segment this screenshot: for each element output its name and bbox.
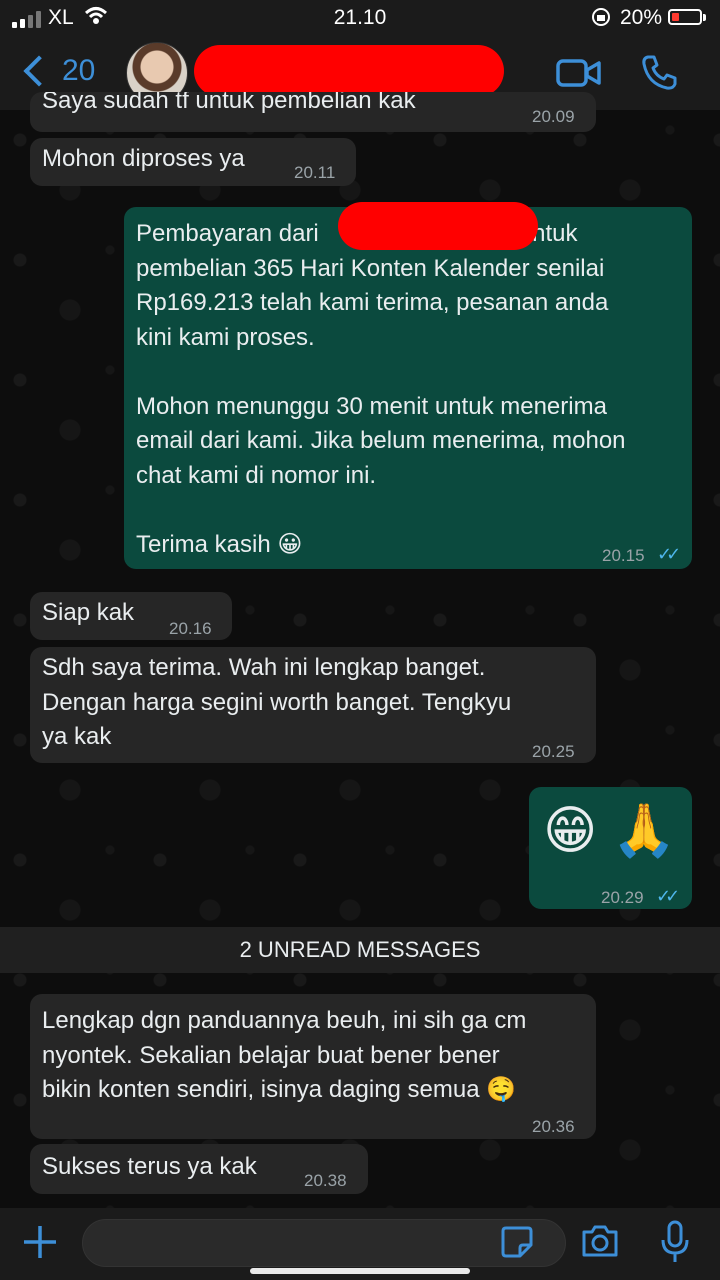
back-button[interactable]: 20 xyxy=(20,54,95,88)
message-bubble-incoming[interactable]: Sukses terus ya kak 20.38 xyxy=(30,1144,368,1194)
home-indicator xyxy=(250,1268,470,1274)
sticker-icon[interactable] xyxy=(500,1225,534,1264)
back-count: 20 xyxy=(62,54,96,87)
message-bubble-incoming[interactable]: Lengkap dgn panduannya beuh, ini sih ga … xyxy=(30,994,596,1139)
message-time: 20.29 xyxy=(601,888,644,907)
message-time: 20.16 xyxy=(169,619,212,638)
plus-icon[interactable] xyxy=(22,1224,58,1265)
message-bubble-incoming[interactable]: Saya sudah tf untuk pembelian kak 20.09 xyxy=(30,92,596,132)
camera-icon[interactable] xyxy=(580,1223,620,1264)
message-time: 20.09 xyxy=(532,107,575,126)
message-time: 20.11 xyxy=(294,163,336,182)
message-bubble-outgoing[interactable]: Pembayaran dari untuk pembelian 365 Hari… xyxy=(124,207,692,569)
message-bubble-incoming[interactable]: Mohon diproses ya 20.11 xyxy=(30,138,356,186)
back-chevron-icon xyxy=(23,55,55,87)
message-text: Sdh saya terima. Wah ini lengkap banget.… xyxy=(42,654,512,750)
message-text: Saya sudah tf untuk pembelian kak xyxy=(42,92,416,114)
lock-rotation-icon xyxy=(590,6,612,34)
message-input[interactable] xyxy=(82,1219,566,1267)
unread-messages-divider: 2 UNREAD MESSAGES xyxy=(0,927,720,973)
message-text: Lengkap dgn panduannya beuh, ini sih ga … xyxy=(42,1007,527,1103)
message-bubble-incoming[interactable]: Sdh saya terima. Wah ini lengkap banget.… xyxy=(30,647,596,763)
message-bubble-incoming[interactable]: Siap kak 20.16 xyxy=(30,592,232,640)
clock: 21.10 xyxy=(333,6,387,29)
message-time: 20.36 xyxy=(532,1117,575,1136)
message-text: 😁 🙏 xyxy=(543,802,677,860)
message-text: Pembayaran dari untuk pembelian 365 Hari… xyxy=(136,220,626,558)
battery-icon xyxy=(668,9,702,25)
redacted-contact-name[interactable] xyxy=(194,45,504,97)
battery-percent: 20% xyxy=(620,6,663,29)
message-bubble-outgoing[interactable]: 😁 🙏 20.29 ✓✓ xyxy=(529,787,692,909)
double-check-icon: ✓✓ xyxy=(657,544,681,564)
video-call-icon[interactable] xyxy=(556,58,602,93)
mic-icon[interactable] xyxy=(660,1220,690,1269)
status-bar: XL 21.10 20% xyxy=(0,0,720,36)
message-time: 20.38 xyxy=(304,1171,347,1190)
message-time: 20.25 xyxy=(532,742,575,761)
phone-icon[interactable] xyxy=(640,54,678,97)
redacted-name xyxy=(338,202,538,250)
message-time: 20.15 xyxy=(602,546,645,565)
double-check-icon: ✓✓ xyxy=(656,886,680,906)
